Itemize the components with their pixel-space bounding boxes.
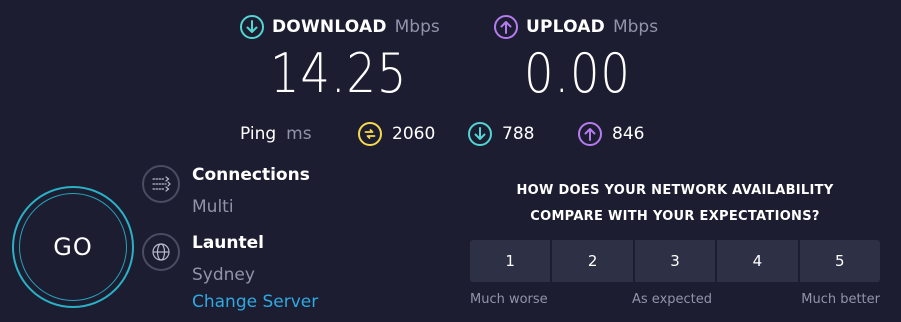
survey-question-line1: HOW DOES YOUR NETWORK AVAILABILITY (516, 183, 834, 198)
arrow-up-circle-icon (578, 122, 602, 146)
ping-row: Ping ms (240, 121, 312, 147)
rating-option-1[interactable]: 1 (470, 240, 551, 282)
server-name: Launtel (192, 233, 264, 253)
scale-low-label: Much worse (470, 292, 548, 307)
rating-option-4[interactable]: 4 (717, 240, 798, 282)
arrow-down-circle-icon (240, 15, 264, 39)
download-title: DOWNLOAD (272, 17, 387, 37)
go-button[interactable]: GO (12, 186, 134, 308)
change-server-link[interactable]: Change Server (192, 292, 318, 312)
download-value: 14.25 (270, 42, 408, 105)
rating-option-3[interactable]: 3 (634, 240, 716, 282)
upload-header: UPLOAD Mbps (494, 14, 658, 40)
ping-download: 788 (468, 121, 534, 147)
scale-mid-label: As expected (632, 292, 713, 307)
ping-upload: 846 (578, 121, 644, 147)
server-location: Sydney (192, 265, 255, 285)
arrow-up-circle-icon (494, 15, 518, 39)
arrow-down-circle-icon (468, 122, 492, 146)
download-unit: Mbps (394, 17, 440, 37)
survey-question: HOW DOES YOUR NETWORK AVAILABILITY COMPA… (470, 178, 880, 230)
ping-idle: 2060 (358, 121, 435, 147)
connections-icon (142, 165, 180, 203)
ping-unit: ms (286, 124, 312, 144)
upload-unit: Mbps (612, 17, 659, 37)
scale-high-label: Much better (801, 292, 880, 307)
download-header: DOWNLOAD Mbps (240, 14, 440, 40)
globe-icon (142, 233, 180, 271)
upload-title: UPLOAD (526, 17, 605, 37)
ping-upload-value: 846 (612, 124, 645, 144)
go-button-label: GO (19, 193, 127, 301)
connections-mode: Multi (192, 197, 234, 217)
lightning-circle-icon (358, 122, 382, 146)
rating-option-5[interactable]: 5 (799, 240, 881, 282)
speedtest-results: DOWNLOAD Mbps 14.25 UPLOAD Mbps 0.00 Pin… (0, 0, 901, 322)
ping-download-value: 788 (502, 124, 535, 144)
survey-question-line2: COMPARE WITH YOUR EXPECTATIONS? (530, 209, 820, 224)
connections-title: Connections (192, 165, 310, 185)
ping-label: Ping (240, 124, 277, 144)
rating-option-2[interactable]: 2 (552, 240, 633, 282)
rating-scale: 1 2 3 4 5 (470, 240, 881, 282)
upload-value: 0.00 (524, 42, 631, 105)
ping-idle-value: 2060 (392, 124, 436, 144)
